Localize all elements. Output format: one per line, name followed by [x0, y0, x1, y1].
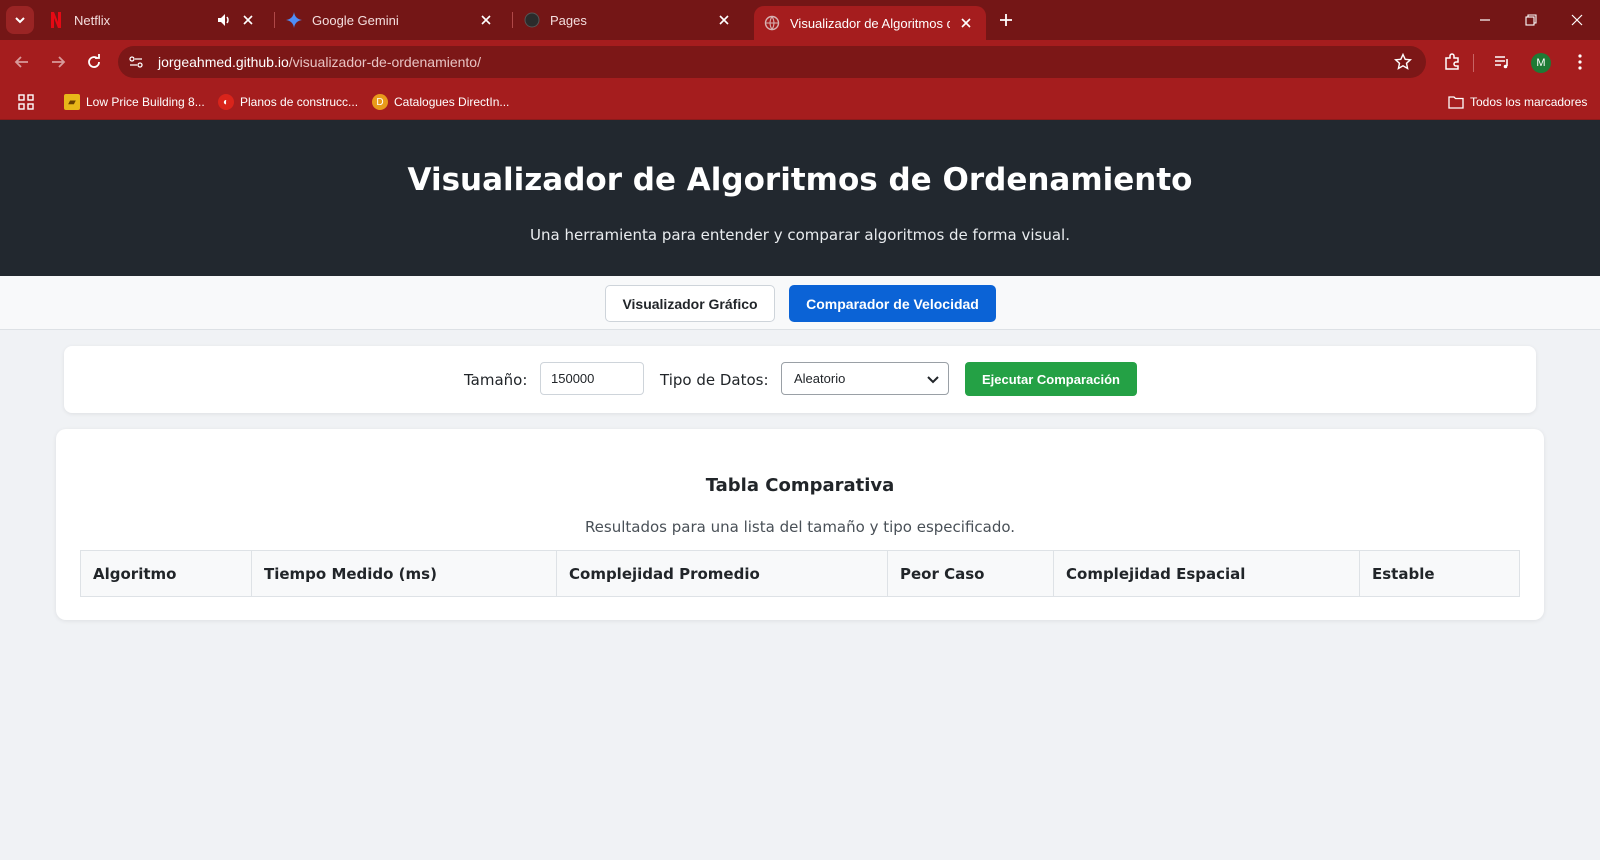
forward-button[interactable]: [44, 48, 72, 76]
speaker-icon[interactable]: [216, 12, 232, 31]
tab-netflix[interactable]: Netflix: [48, 0, 268, 40]
playlist-icon: [1495, 56, 1508, 69]
bookmarks-bar: ▰ Low Price Building 8... ◐ Planos de co…: [0, 84, 1600, 120]
page-header: Visualizador de Algoritmos de Ordenamien…: [0, 120, 1600, 276]
results-description: Resultados para una lista del tamaño y t…: [584, 518, 1016, 536]
page-title: Visualizador de Algoritmos de Ordenamien…: [407, 162, 1193, 198]
minimize-button[interactable]: [1462, 0, 1508, 40]
tab-title: Google Gemini: [312, 12, 399, 28]
page-subtitle: Una herramienta para entender y comparar…: [530, 226, 1070, 244]
data-type-select[interactable]: Aleatorio: [781, 362, 949, 395]
tab-pages[interactable]: Pages: [524, 0, 744, 40]
close-icon[interactable]: [478, 12, 494, 28]
red-circle-icon: ◐: [218, 94, 234, 110]
tab-visualizador-grafico[interactable]: Visualizador Gráfico: [605, 285, 775, 322]
media-control-button[interactable]: [1488, 48, 1516, 76]
bookmark-label: Planos de construcc...: [240, 95, 359, 109]
column-header[interactable]: Tiempo Medido (ms): [251, 550, 557, 597]
comparison-controls: Tamaño: 150000 Tipo de Datos: Aleatorio …: [64, 346, 1536, 413]
page-content: Visualizador de Algoritmos de Ordenamien…: [0, 120, 1600, 860]
data-type-label: Tipo de Datos:: [660, 371, 769, 389]
browser-toolbar: jorgeahmed.github.io/visualizador-de-ord…: [0, 40, 1600, 84]
close-icon[interactable]: [716, 12, 732, 28]
column-header[interactable]: Estable: [1359, 550, 1520, 597]
folder-gold-icon: ▰: [64, 94, 80, 110]
extensions-button[interactable]: [1438, 48, 1466, 76]
close-icon: [1571, 14, 1583, 26]
table-header-row: Algoritmo Tiempo Medido (ms) Complejidad…: [80, 550, 1520, 597]
menu-button[interactable]: [1566, 48, 1594, 76]
mode-tabs: Visualizador Gráfico Comparador de Veloc…: [0, 276, 1600, 330]
column-header[interactable]: Algoritmo: [80, 550, 252, 597]
bookmark-star-icon[interactable]: [1393, 52, 1413, 76]
bookmark-item[interactable]: D Catalogues DirectIn...: [372, 92, 509, 112]
close-icon[interactable]: [958, 15, 974, 31]
run-comparison-button[interactable]: Ejecutar Comparación: [965, 362, 1137, 396]
plus-icon: [1000, 14, 1012, 26]
bookmark-label: Low Price Building 8...: [86, 95, 205, 109]
site-settings-icon[interactable]: [128, 54, 144, 70]
arrow-left-icon: [14, 56, 28, 68]
close-icon[interactable]: [240, 12, 256, 28]
netflix-icon: [48, 12, 64, 28]
d-circle-icon: D: [372, 94, 388, 110]
bookmark-label: Catalogues DirectIn...: [394, 95, 510, 109]
tab-separator: [512, 12, 513, 28]
address-bar[interactable]: jorgeahmed.github.io/visualizador-de-ord…: [118, 46, 1426, 78]
column-header[interactable]: Complejidad Espacial: [1053, 550, 1360, 597]
tab-strip: Netflix Google Gemini Pages Visualizador…: [0, 0, 1600, 40]
size-label: Tamaño:: [464, 371, 528, 389]
url-text: jorgeahmed.github.io/visualizador-de-ord…: [158, 54, 481, 70]
close-window-button[interactable]: [1554, 0, 1600, 40]
results-title: Tabla Comparativa: [705, 475, 895, 496]
chevron-down-icon: [927, 376, 939, 384]
back-button[interactable]: [8, 48, 36, 76]
folder-icon: [1448, 96, 1464, 109]
tab-gemini[interactable]: Google Gemini: [286, 0, 506, 40]
tab-comparador-velocidad[interactable]: Comparador de Velocidad: [789, 285, 996, 322]
reload-button[interactable]: [80, 48, 108, 76]
column-header[interactable]: Complejidad Promedio: [556, 550, 888, 597]
tab-title: Visualizador de Algoritmos de O: [790, 15, 950, 31]
bookmark-item[interactable]: ◐ Planos de construcc...: [218, 92, 358, 112]
toolbar-divider: [1473, 54, 1474, 72]
minimize-icon: [1480, 19, 1490, 21]
github-icon: [524, 12, 540, 28]
bookmark-item[interactable]: ▰ Low Price Building 8...: [64, 92, 205, 112]
comparison-table: Algoritmo Tiempo Medido (ms) Complejidad…: [80, 550, 1520, 597]
all-bookmarks-label: Todos los marcadores: [1470, 95, 1588, 109]
tab-title: Pages: [550, 12, 587, 28]
comparison-results-card: Tabla Comparativa Resultados para una li…: [56, 429, 1544, 620]
all-bookmarks-button[interactable]: Todos los marcadores: [1448, 92, 1587, 112]
new-tab-button[interactable]: [996, 10, 1016, 30]
restore-button[interactable]: [1508, 0, 1554, 40]
url-path: /visualizador-de-ordenamiento/: [288, 54, 481, 70]
apps-grid-icon: [18, 94, 34, 110]
tab-search-button[interactable]: [6, 6, 34, 34]
profile-avatar[interactable]: M: [1531, 53, 1551, 73]
arrow-right-icon: [52, 56, 66, 68]
globe-icon: [764, 15, 780, 31]
chevron-down-icon: [15, 17, 25, 24]
tab-title: Netflix: [74, 12, 111, 28]
column-header[interactable]: Peor Caso: [887, 550, 1054, 597]
more-vertical-icon: [1578, 54, 1582, 70]
tab-separator: [274, 12, 275, 28]
url-host: jorgeahmed.github.io: [158, 54, 289, 70]
size-input[interactable]: 150000: [540, 362, 644, 395]
tab-visualizador[interactable]: Visualizador de Algoritmos de O: [754, 6, 986, 40]
apps-button[interactable]: [18, 92, 34, 112]
restore-icon: [1525, 14, 1537, 26]
reload-icon: [88, 54, 100, 68]
gemini-icon: [286, 12, 302, 28]
puzzle-icon: [1445, 53, 1459, 70]
data-type-value: Aleatorio: [794, 371, 846, 386]
